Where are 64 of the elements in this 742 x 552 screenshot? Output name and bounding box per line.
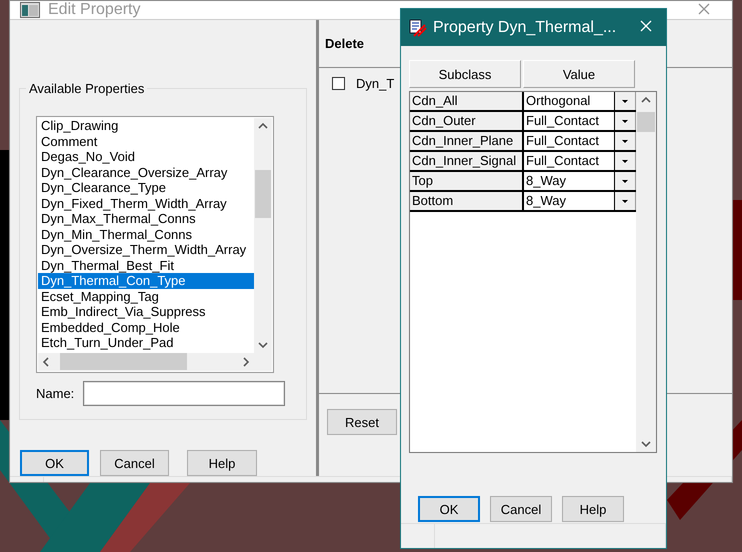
cancel-button[interactable]: Cancel [100,450,169,476]
dropdown-button[interactable] [614,172,636,190]
list-item[interactable]: Dyn_Thermal_Best_Fit [38,258,254,273]
reset-button[interactable]: Reset [327,409,397,435]
list-item[interactable]: Dyn_Thermal_Con_Type [38,273,254,288]
dropdown-button[interactable] [614,132,636,150]
scroll-right-icon[interactable] [243,357,250,367]
scrollbar-thumb[interactable] [60,353,187,370]
dropdown-arrow-icon [622,100,628,102]
scroll-up-icon[interactable] [258,122,268,129]
dropdown-arrow-icon [622,180,628,182]
dropdown-button[interactable] [614,152,636,170]
name-label: Name: [36,386,74,401]
property-label: Dyn_T [356,76,394,91]
list-item[interactable]: Ecset_Mapping_Tag [38,288,254,304]
column-header[interactable]: Value [523,60,635,88]
dropdown-button[interactable] [614,192,636,210]
subclass-cell: Cdn_All [410,92,524,110]
dialog-title: Property Dyn_Thermal_... [433,18,618,36]
subclass-cell: Cdn_Inner_Signal [410,152,524,170]
scroll-left-icon[interactable] [42,357,49,367]
dropdown-arrow-icon [622,140,628,142]
subclass-cell: Cdn_Outer [410,112,524,130]
vertical-scrollbar[interactable] [636,92,656,452]
scroll-down-icon[interactable] [641,441,651,448]
list-item[interactable]: Dyn_Clearance_Type [38,180,254,196]
scrollbar-thumb[interactable] [255,170,271,218]
ok-button[interactable]: OK [418,496,480,522]
ok-button[interactable]: OK [20,450,89,476]
window-title: Edit Property [48,1,142,19]
checkbox[interactable] [332,77,345,90]
list-item[interactable]: Dyn_Oversize_Therm_Width_Array [38,242,254,258]
list-item[interactable]: Clip_Drawing [38,118,254,134]
help-button[interactable]: Help [187,450,257,476]
scroll-up-icon[interactable] [641,96,651,103]
scrollbar-thumb[interactable] [637,112,655,132]
list-item[interactable]: Dyn_Min_Thermal_Conns [38,226,254,242]
window-icon [20,2,40,18]
cancel-button[interactable]: Cancel [490,496,552,522]
help-button[interactable]: Help [562,496,624,522]
subclass-cell: Cdn_Inner_Plane [410,132,524,150]
dropdown-button[interactable] [614,92,636,110]
subclass-cell: Top [410,172,524,190]
dropdown-arrow-icon [622,160,628,162]
column-header[interactable]: Subclass [409,60,521,88]
dropdown-arrow-icon [622,200,628,202]
group-label: Available Properties [26,81,148,96]
list-item[interactable]: Dyn_Clearance_Oversize_Array [38,164,254,180]
subclass-cell: Bottom [410,192,524,210]
scroll-down-icon[interactable] [258,342,268,349]
dropdown-arrow-icon [622,120,628,122]
vertical-scrollbar[interactable] [254,118,272,353]
list-item[interactable]: Embedded_Comp_Hole [38,320,254,335]
list-item[interactable]: Dyn_Fixed_Therm_Width_Array [38,196,254,211]
document-pen-icon [409,18,427,36]
dropdown-button[interactable] [614,112,636,130]
list-item[interactable]: Emb_Indirect_Via_Suppress [38,304,254,320]
list-item[interactable]: Dyn_Max_Thermal_Conns [38,211,254,226]
list-item[interactable]: Comment [38,134,254,149]
list-item[interactable]: Degas_No_Void [38,149,254,164]
list-item[interactable]: Etch_Turn_Under_Pad [38,335,254,350]
close-icon[interactable] [698,2,710,14]
horizontal-scrollbar[interactable] [38,353,254,371]
name-field[interactable] [83,381,286,406]
